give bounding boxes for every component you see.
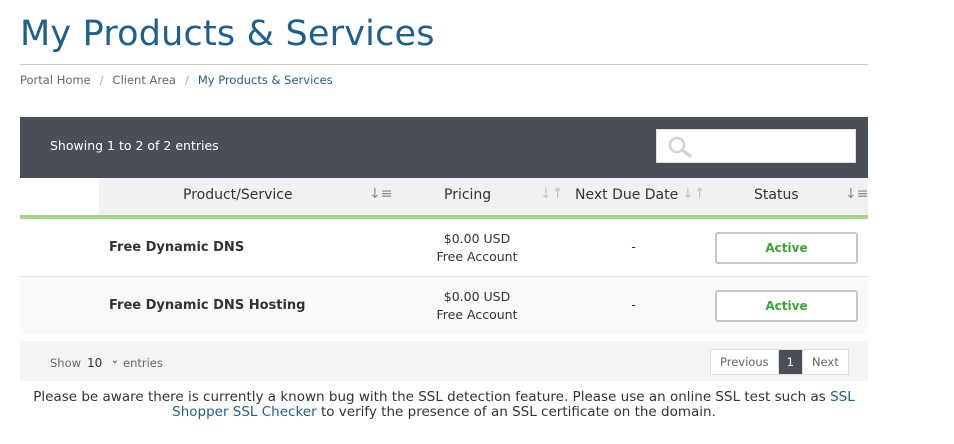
page-title: My Products & Services <box>20 14 435 54</box>
products-table-panel: Showing 1 to 2 of 2 entries Product/Serv… <box>20 117 868 381</box>
column-header-pricing[interactable]: Pricing ↓↑ <box>392 178 564 219</box>
price-amount: $0.00 USD <box>443 289 511 304</box>
product-name: Free Dynamic DNS <box>109 240 245 255</box>
status-badge[interactable]: Active <box>715 290 858 322</box>
sort-unsorted-icon: ↓↑ <box>540 186 564 202</box>
show-label: Show <box>50 356 82 370</box>
sort-unsorted-icon: ↓↑ <box>682 186 706 202</box>
title-divider <box>20 64 868 65</box>
table-column-headers: Product/Service ↓≡ Pricing ↓↑ Next Due D… <box>20 178 868 219</box>
product-name: Free Dynamic DNS Hosting <box>109 298 306 313</box>
sort-desc-icon: ↓≡ <box>845 186 869 202</box>
next-due-date: - <box>631 239 636 254</box>
price-amount: $0.00 USD <box>443 231 511 246</box>
chevron-down-icon: ⌄ <box>110 355 119 366</box>
next-due-date: - <box>631 297 636 312</box>
search-icon <box>668 136 692 158</box>
table-row[interactable]: Free Dynamic DNS $0.00 USD Free Account … <box>20 219 868 277</box>
pricing-cell: $0.00 USD Free Account <box>392 288 562 324</box>
breadcrumb-client-area[interactable]: Client Area <box>113 73 176 87</box>
column-header-next-due-date[interactable]: Next Due Date ↓↑ <box>562 178 705 219</box>
next-page-button[interactable]: Next <box>803 350 848 374</box>
breadcrumb: Portal Home / Client Area / My Products … <box>20 73 333 87</box>
breadcrumb-portal-home[interactable]: Portal Home <box>20 73 91 87</box>
showing-entries-text: Showing 1 to 2 of 2 entries <box>50 138 219 153</box>
entries-label: entries <box>123 356 163 370</box>
billing-cycle: Free Account <box>436 249 518 264</box>
sort-desc-icon: ↓≡ <box>369 186 393 202</box>
billing-cycle: Free Account <box>436 307 518 322</box>
search-input[interactable] <box>697 136 847 156</box>
table-row[interactable]: Free Dynamic DNS Hosting $0.00 USD Free … <box>20 277 868 335</box>
page-length-select[interactable]: 10 ⌄ <box>84 352 119 374</box>
pagination: Previous 1 Next <box>710 349 849 375</box>
breadcrumb-current: My Products & Services <box>197 73 333 87</box>
previous-page-button[interactable]: Previous <box>711 350 779 374</box>
table-footer: Show 10 ⌄ entries Previous 1 Next <box>20 341 868 381</box>
breadcrumb-separator: / <box>99 73 104 87</box>
table-header-bar: Showing 1 to 2 of 2 entries <box>20 117 868 178</box>
status-badge[interactable]: Active <box>715 232 858 264</box>
pricing-cell: $0.00 USD Free Account <box>392 230 562 266</box>
search-box[interactable] <box>656 129 856 163</box>
ssl-notice: Please be aware there is currently a kno… <box>33 389 855 420</box>
column-header-status[interactable]: Status ↓≡ <box>705 178 868 219</box>
current-page-button[interactable]: 1 <box>778 350 803 374</box>
breadcrumb-separator: / <box>184 73 189 87</box>
column-header-product-service[interactable]: Product/Service ↓≡ <box>99 178 392 219</box>
